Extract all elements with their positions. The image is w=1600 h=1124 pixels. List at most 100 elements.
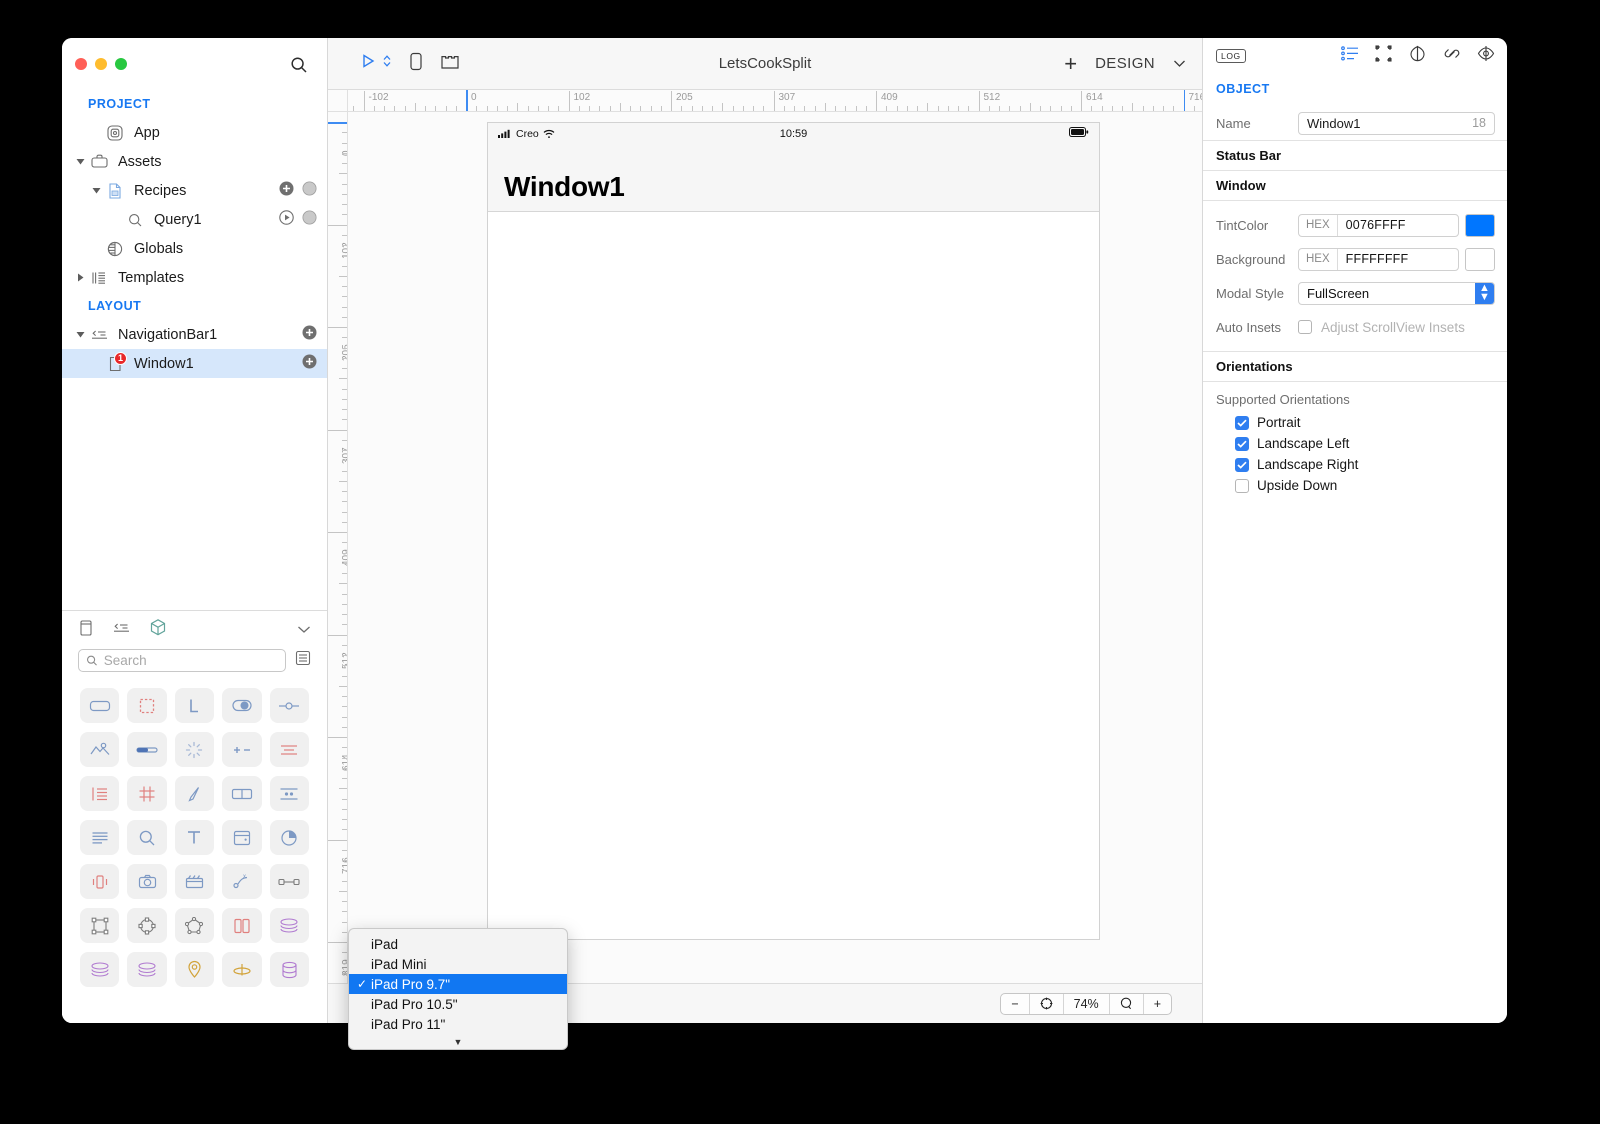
slider-icon[interactable]	[269, 688, 309, 723]
placeholder-icon[interactable]	[127, 688, 167, 723]
segmented-icon[interactable]	[269, 732, 309, 767]
record-circle-icon[interactable]	[302, 210, 317, 229]
twisty-open-icon[interactable]	[72, 157, 88, 166]
updown-chevron-icon[interactable]	[382, 53, 392, 74]
plus-circle-icon[interactable]	[279, 181, 294, 200]
play-icon[interactable]	[360, 53, 376, 74]
search-icon[interactable]	[289, 55, 309, 75]
button-icon[interactable]	[80, 688, 120, 723]
orientation-upside-down[interactable]: Upside Down	[1203, 475, 1507, 496]
log-button[interactable]: LOG	[1216, 49, 1246, 63]
progress-icon[interactable]	[127, 732, 167, 767]
tree-item-query1[interactable]: Query1	[62, 205, 327, 234]
table-icon[interactable]	[80, 776, 120, 811]
landscape-right-checkbox[interactable]	[1235, 457, 1249, 472]
text-icon[interactable]	[174, 820, 215, 855]
tree-item-navigationbar1[interactable]: NavigationBar1	[62, 320, 327, 349]
status-bar-section-header[interactable]: Status Bar	[1203, 140, 1507, 171]
split-icon[interactable]	[222, 776, 262, 811]
navbar-tab-icon[interactable]	[112, 621, 131, 639]
search-field[interactable]	[103, 653, 278, 668]
menu-item-ipad-pro-105[interactable]: iPad Pro 10.5"	[349, 994, 567, 1014]
layers-alt-icon[interactable]	[80, 952, 120, 987]
landscape-left-checkbox[interactable]	[1235, 436, 1249, 451]
twisty-open-icon[interactable]	[88, 186, 104, 195]
device-selection-menu[interactable]: iPad iPad Mini ✓ iPad Pro 9.7" iPad Pro 1…	[348, 928, 568, 1050]
tintcolor-hex-input[interactable]: HEX 0076FFFF	[1298, 213, 1459, 237]
layers-alt2-icon[interactable]	[127, 952, 167, 987]
textview-icon[interactable]	[80, 820, 120, 855]
collection-icon[interactable]	[127, 776, 167, 811]
modal-style-select[interactable]: FullScreen ▲ ▼	[1298, 281, 1495, 305]
pen-icon[interactable]	[174, 776, 215, 811]
vibration-icon[interactable]	[80, 864, 120, 899]
scroll-down-arrow-icon[interactable]: ▼	[349, 1034, 567, 1047]
orbit-icon[interactable]	[222, 952, 262, 987]
background-hex-input[interactable]: HEX FFFFFFFF	[1298, 247, 1459, 271]
video-icon[interactable]	[174, 864, 215, 899]
search-input[interactable]	[78, 649, 286, 672]
zoom-loupe-icon[interactable]	[1110, 993, 1144, 1014]
device-tab-icon[interactable]	[78, 619, 94, 642]
vertical-ruler[interactable]: 01022053074095126147168199211023	[328, 112, 348, 983]
select-stepper-icon[interactable]: ▲ ▼	[1475, 282, 1494, 304]
tree-item-assets[interactable]: Assets	[62, 147, 327, 176]
orientation-portrait[interactable]: Portrait	[1203, 412, 1507, 433]
chart-icon[interactable]	[269, 820, 309, 855]
label-icon[interactable]	[174, 688, 215, 723]
searchbar-icon[interactable]	[127, 820, 167, 855]
polygon-icon[interactable]	[174, 908, 215, 943]
orientations-section-header[interactable]: Orientations	[1203, 351, 1507, 382]
styles-icon[interactable]	[1408, 45, 1427, 67]
tree-item-globals[interactable]: Globals	[62, 234, 327, 263]
plus-circle-icon[interactable]	[302, 325, 317, 344]
twisty-open-icon[interactable]	[72, 330, 88, 339]
tree-item-recipes[interactable]: Recipes	[62, 176, 327, 205]
close-button[interactable]	[75, 58, 87, 70]
horizontal-ruler[interactable]: -1020102205307409512614716819	[328, 90, 1202, 112]
activity-indicator-icon[interactable]	[174, 732, 215, 767]
orientation-landscape-left[interactable]: Landscape Left	[1203, 433, 1507, 454]
device-icon[interactable]	[408, 52, 424, 76]
fit-to-screen-icon[interactable]	[1030, 993, 1064, 1014]
picker-icon[interactable]	[269, 776, 309, 811]
plus-circle-icon[interactable]	[302, 354, 317, 373]
motion-icon[interactable]: x	[222, 864, 262, 899]
list-view-icon[interactable]	[295, 650, 311, 671]
tintcolor-swatch[interactable]	[1465, 213, 1495, 237]
layers-icon[interactable]	[269, 908, 309, 943]
stack-icon[interactable]	[222, 908, 262, 943]
switch-icon[interactable]	[222, 688, 262, 723]
imageview-icon[interactable]	[80, 732, 120, 767]
circle-shape-icon[interactable]	[127, 908, 167, 943]
tree-item-app[interactable]: App	[62, 118, 327, 147]
upside-down-checkbox[interactable]	[1235, 478, 1249, 493]
twisty-closed-icon[interactable]	[72, 273, 88, 282]
object-tab-icon[interactable]	[149, 618, 167, 642]
location-icon[interactable]	[174, 952, 215, 987]
portrait-checkbox[interactable]	[1235, 415, 1249, 430]
zoom-in-button[interactable]: +	[1144, 994, 1171, 1014]
database-icon[interactable]	[269, 952, 309, 987]
device-preview[interactable]: Creo 10:59 Window1	[487, 122, 1100, 940]
design-canvas[interactable]: Creo 10:59 Window1	[348, 112, 1202, 983]
chevron-down-icon[interactable]	[297, 621, 311, 639]
add-button[interactable]: +	[1064, 52, 1077, 75]
chevron-down-icon[interactable]	[1173, 55, 1186, 73]
webview-icon[interactable]	[222, 820, 262, 855]
name-input[interactable]: Window1 18	[1298, 111, 1495, 135]
mode-label[interactable]: DESIGN	[1095, 55, 1155, 72]
play-circle-icon[interactable]	[279, 210, 294, 229]
zoom-level-label[interactable]: 74%	[1064, 993, 1110, 1014]
transform-icon[interactable]	[80, 908, 120, 943]
menu-item-ipad-pro-97[interactable]: ✓ iPad Pro 9.7"	[349, 974, 567, 994]
window-section-header[interactable]: Window	[1203, 171, 1507, 201]
tree-item-templates[interactable]: Templates	[62, 263, 327, 292]
camera-icon[interactable]	[127, 864, 167, 899]
tree-item-window1[interactable]: 1 Window1	[62, 349, 327, 378]
events-eye-icon[interactable]	[1477, 45, 1495, 67]
zoom-out-button[interactable]: −	[1001, 993, 1030, 1014]
window-frame-icon[interactable]	[440, 53, 460, 75]
background-swatch[interactable]	[1465, 247, 1495, 271]
record-circle-icon[interactable]	[302, 181, 317, 200]
